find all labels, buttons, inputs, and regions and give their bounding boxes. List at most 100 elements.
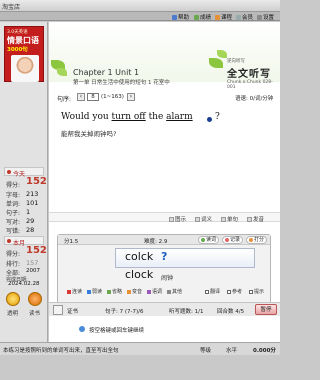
month-finish-date: 2024.02.28 bbox=[8, 281, 40, 287]
today-score-label: 得分: bbox=[6, 182, 21, 189]
hint-question-icon[interactable]: ? bbox=[161, 250, 167, 263]
month-dot-icon bbox=[7, 239, 11, 243]
correct-answer: clock bbox=[125, 268, 154, 281]
read-icon[interactable] bbox=[28, 292, 42, 306]
month-total: 2007 bbox=[26, 268, 40, 274]
record-icon bbox=[225, 238, 229, 242]
sentence-icon bbox=[221, 216, 226, 222]
speed-readout: 语速: 0/词/分钟 bbox=[235, 96, 274, 102]
read-word-button[interactable]: 读词 bbox=[198, 236, 220, 244]
panel-score: 分1.5 bbox=[64, 239, 79, 245]
tab-meaning[interactable]: 词义 bbox=[195, 215, 212, 223]
menu-member[interactable]: 会员 bbox=[236, 13, 253, 21]
today-score: 152 bbox=[26, 176, 47, 187]
menu-bar: 帮助 成绩 课程 会员 设置 bbox=[0, 12, 280, 21]
transparent-icon[interactable] bbox=[6, 292, 20, 306]
dictation-progress: 听写题数: 1/1 bbox=[169, 309, 204, 315]
brand-title: 全文听写 bbox=[227, 69, 271, 80]
status-level-label: 等级 bbox=[200, 348, 212, 354]
course-icon bbox=[215, 14, 220, 20]
today-letters: 213 bbox=[26, 190, 39, 198]
tab-sentence[interactable]: 单句 bbox=[221, 215, 238, 223]
target-word: alarm bbox=[166, 112, 193, 122]
tab-pronounce[interactable]: 发音 bbox=[247, 215, 264, 223]
continue-tip: 按空格键或回车键继续 bbox=[89, 328, 145, 334]
legend-change: 变音 bbox=[127, 288, 142, 295]
tab-image[interactable]: 图示 bbox=[169, 215, 186, 223]
today-wrong: 28 bbox=[26, 226, 35, 234]
leaf-decoration-icon bbox=[217, 50, 227, 58]
leaf-decoration-icon bbox=[209, 58, 223, 68]
tool-tabs: 图示 词义 单句 发音 bbox=[49, 212, 280, 223]
menu-course[interactable]: 课程 bbox=[215, 13, 232, 21]
window-title: 淘宝店 bbox=[2, 4, 21, 11]
checkbox-icon bbox=[227, 289, 231, 294]
pronounce-icon bbox=[247, 216, 252, 222]
info-icon bbox=[79, 326, 85, 332]
certificate-label: 证书 bbox=[67, 309, 79, 315]
cover-photo bbox=[11, 55, 39, 82]
pause-button[interactable]: 暂停 bbox=[255, 304, 277, 315]
tip-area: 按空格键或回车键继续 bbox=[49, 318, 280, 342]
main-area: Chapter 1 Unit 1 第一单 日常生活中使用的短句 1 花室中 逆向… bbox=[49, 22, 280, 342]
leaf-decoration-icon bbox=[57, 68, 67, 76]
checkbox-icon bbox=[249, 289, 253, 294]
score-icon bbox=[194, 14, 199, 20]
member-icon bbox=[236, 14, 241, 20]
legend-other: 其他 bbox=[167, 288, 182, 295]
legend-weak: 弱读 bbox=[87, 288, 102, 295]
meaning-icon bbox=[195, 216, 200, 222]
grade-icon bbox=[249, 238, 253, 242]
status-score: 0.000分 bbox=[253, 348, 276, 354]
round-progress: 回合数 4/5 bbox=[217, 309, 245, 315]
toggle-reference[interactable]: 参考 bbox=[227, 288, 242, 295]
today-words: 101 bbox=[26, 199, 39, 207]
status-message: 本练习是按照听到的单词写出来，直至写出全句 bbox=[3, 348, 119, 354]
settings-icon bbox=[257, 14, 262, 20]
transparent-label: 透明 bbox=[7, 311, 19, 317]
menu-settings[interactable]: 设置 bbox=[257, 13, 274, 21]
menu-help[interactable]: 帮助 bbox=[172, 13, 189, 21]
audio-marker-icon[interactable] bbox=[207, 117, 212, 122]
today-header: 今天 bbox=[4, 167, 44, 178]
progress-bar: 证书 句子: 7 (7-7)/6 听写题数: 1/1 回合数 4/5 暂停 bbox=[49, 302, 280, 316]
legend-omit: 省略 bbox=[107, 288, 122, 295]
read-word-icon bbox=[201, 238, 205, 242]
left-panel: 3.0天英语 情景口语 3000句 今天 得分: 152 字母: 213 单词:… bbox=[0, 22, 48, 342]
menu-score[interactable]: 成绩 bbox=[194, 13, 211, 21]
cover-count: 3000句 bbox=[7, 47, 28, 53]
phrase-highlight: turn off bbox=[111, 112, 146, 122]
today-dot-icon bbox=[7, 170, 11, 174]
legend-liaison: 连读 bbox=[67, 288, 82, 295]
sentence-translation: 能帮我关掉闹钟吗? bbox=[61, 130, 117, 138]
sentence-end: ? bbox=[215, 112, 220, 122]
month-header: 本月 bbox=[4, 236, 44, 247]
today-sentences: 1 bbox=[26, 208, 31, 216]
toggle-hint[interactable]: 提示 bbox=[249, 288, 264, 295]
sentence-number-input[interactable]: 8 bbox=[87, 93, 99, 101]
panel-header: 分1.5 难度: 2.9 读词 记录 打分 bbox=[58, 235, 270, 245]
image-icon bbox=[169, 216, 174, 222]
title-bar: 淘宝店 bbox=[0, 0, 280, 12]
sentence-text: Would you turn off the alarm bbox=[61, 112, 193, 122]
panel-difficulty: 难度: 2.9 bbox=[144, 239, 168, 245]
next-sentence-button[interactable]: › bbox=[127, 93, 135, 101]
today-correct: 29 bbox=[26, 217, 35, 225]
certificate-icon[interactable] bbox=[53, 305, 63, 315]
checkbox-icon bbox=[205, 289, 209, 294]
month-rank: 157 bbox=[26, 259, 39, 267]
typed-answer: colck bbox=[125, 250, 154, 263]
read-label: 读书 bbox=[29, 311, 41, 317]
sentence-progress: 句子: 7 (7-7)/6 bbox=[105, 309, 144, 315]
prev-sentence-button[interactable]: ‹ bbox=[77, 93, 85, 101]
status-skill-label: 水平 bbox=[226, 348, 238, 354]
chapter-title: Chapter 1 Unit 1 bbox=[73, 68, 140, 77]
book-cover[interactable]: 3.0天英语 情景口语 3000句 bbox=[4, 26, 44, 82]
sentence-range: (1~163) bbox=[101, 94, 124, 100]
answer-meaning: 闹钟 bbox=[161, 275, 174, 282]
grade-button[interactable]: 打分 bbox=[246, 236, 268, 244]
status-bar: 本练习是按照听到的单词写出来，直至写出全句 等级 水平 0.000分 bbox=[0, 342, 280, 355]
record-button[interactable]: 记录 bbox=[222, 236, 244, 244]
toggle-translate[interactable]: 翻译 bbox=[205, 288, 220, 295]
brand-small: 逆向听写 bbox=[227, 59, 245, 64]
